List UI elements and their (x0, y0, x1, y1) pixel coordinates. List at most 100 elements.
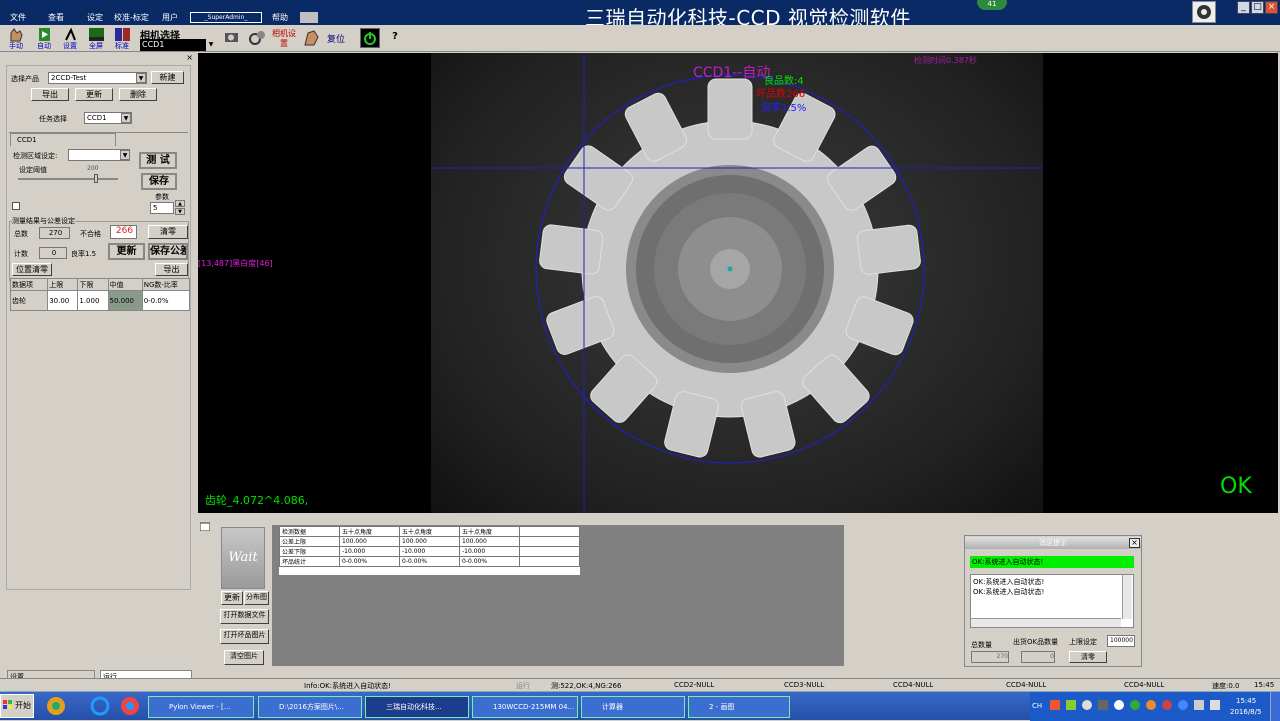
close-icon[interactable]: × (1265, 1, 1278, 14)
export-button[interactable]: 导出 (31, 88, 69, 101)
menu-settings[interactable]: 设定 (87, 12, 103, 23)
menu-calibrate[interactable]: 校准-标定 (114, 12, 149, 23)
chevron-down-icon[interactable]: ▼ (121, 113, 131, 123)
notification-badge[interactable]: 41 (977, 0, 1007, 10)
refresh-button[interactable]: 更新 (108, 243, 145, 260)
minimize-icon[interactable]: _ (1237, 1, 1250, 14)
fullscreen-button[interactable]: 全屏 (84, 26, 108, 51)
grid-cell (519, 546, 580, 557)
camera-settings-label: 相机设置 (272, 29, 296, 48)
table-cell[interactable]: 50.000 (107, 290, 143, 311)
task-image[interactable]: 130WCCD-215MM 04... (472, 696, 578, 718)
show-desktop-button[interactable] (1270, 692, 1280, 721)
power-button[interactable] (360, 28, 380, 48)
ok-indicator: OK (1220, 474, 1252, 499)
status-ccd4: CCD4-NULL (1124, 681, 1165, 689)
menu-view[interactable]: 查看 (48, 12, 64, 23)
camera-button[interactable] (220, 26, 242, 51)
open-data-file-button[interactable]: 打开数据文件 (220, 609, 269, 624)
ok-qty-label: 出货OK品数量 (1013, 638, 1059, 646)
camera-viewer[interactable]: CCD1--自动 良品数:4 坏品数266 良率1.5% 检测时间0.387秒 … (198, 53, 1278, 513)
menu-file[interactable]: 文件 (10, 12, 26, 23)
distribution-button[interactable]: 分布图 (244, 591, 269, 605)
message-status: OK:系统进入自动状态! (970, 556, 1134, 568)
tray-app-icon[interactable] (1130, 700, 1140, 710)
checkbox[interactable] (12, 202, 20, 210)
task-paint[interactable]: 2 - 画图 (688, 696, 790, 718)
log-scrollbar[interactable] (1122, 575, 1132, 619)
tray-app-icon[interactable] (1114, 700, 1124, 710)
ng-value: 266 (110, 225, 137, 239)
auto-button[interactable]: 自动 (32, 26, 56, 51)
log-hscrollbar[interactable] (971, 618, 1121, 627)
menu-current-user[interactable]: _SuperAdmin_ (190, 12, 262, 23)
reset-button[interactable]: 复位 (302, 26, 350, 51)
gear-icon[interactable] (1192, 1, 1216, 23)
ie-icon[interactable] (88, 695, 112, 717)
camera-rig-button[interactable] (246, 26, 268, 51)
task-app[interactable]: 三瑞自动化科技... (365, 696, 469, 718)
close-icon[interactable]: × (1129, 538, 1140, 548)
update-button[interactable]: 更新 (75, 88, 113, 101)
camera-settings-button[interactable]: 相机设置 (272, 26, 296, 51)
table-cell[interactable]: 30.00 (47, 290, 79, 311)
col-header: 中值 (107, 278, 143, 291)
manual-button[interactable]: 手动 (4, 26, 28, 51)
param-input[interactable]: 5 (150, 202, 174, 214)
menu-help[interactable]: 帮助 (272, 12, 288, 23)
tray-app-icon[interactable] (1162, 700, 1172, 710)
new-product-button[interactable]: 新建 (151, 71, 184, 84)
clear-qty-button[interactable]: 清零 (1069, 651, 1107, 663)
spin-up-icon[interactable]: ▲ (175, 200, 185, 207)
tab-ccd1[interactable]: CCD1 (10, 133, 116, 146)
test-button[interactable]: 测 试 (139, 152, 177, 169)
slider-handle[interactable] (94, 174, 98, 183)
product-select[interactable]: 2CCD-Test (48, 72, 147, 84)
tray-app-icon[interactable] (1146, 700, 1156, 710)
save-button[interactable]: 保存 (141, 173, 177, 190)
task-calculator[interactable]: 计算器 (581, 696, 685, 718)
left-control-panel: × 选择产品 2CCD-Test ▼ 新建 导出 更新 删除 任务选择 CCD1… (0, 53, 197, 683)
app-pinned-icon[interactable] (44, 695, 68, 717)
tray-app-icon[interactable] (1066, 700, 1076, 710)
spin-down-icon[interactable]: ▼ (175, 208, 185, 215)
task-pylon[interactable]: Pylon Viewer - [... (148, 696, 254, 718)
standard-button[interactable]: 标准 (110, 26, 134, 51)
grid-cell: 100.000 (339, 536, 400, 547)
language-indicator[interactable]: CH (1032, 702, 1042, 710)
chevron-down-icon[interactable]: ▼ (120, 150, 130, 160)
open-bad-image-button[interactable]: 打开坏品图片 (220, 629, 269, 644)
grid-cell (519, 556, 580, 567)
camera-select[interactable]: CCD1 ▼ (140, 39, 216, 51)
delete-button[interactable]: 删除 (119, 88, 157, 101)
threshold-slider[interactable] (18, 178, 118, 180)
grid-cell: 0-0.00% (459, 556, 520, 567)
chrome-icon[interactable] (118, 695, 142, 717)
chevron-down-icon[interactable]: ▼ (206, 39, 216, 51)
clear-images-button[interactable]: 清空图片 (224, 650, 264, 665)
tray-app-icon[interactable] (1082, 700, 1092, 710)
tray-app-icon[interactable] (1050, 700, 1060, 710)
network-icon[interactable] (1194, 700, 1204, 710)
limit-input[interactable]: 100000 (1107, 635, 1135, 647)
clear-button[interactable]: 清零 (148, 225, 188, 239)
volume-icon[interactable] (1210, 700, 1220, 710)
position-clear-button[interactable]: 位置清零 (12, 263, 52, 276)
bluetooth-icon[interactable] (1178, 700, 1188, 710)
grid-cell (519, 536, 580, 547)
camera-small-icon (200, 522, 210, 531)
refresh-chart-button[interactable]: 更新 (221, 591, 243, 605)
save-tolerance-button[interactable]: 保存公差 (148, 243, 188, 260)
table-cell[interactable]: 1.000 (77, 290, 109, 311)
panel-close-icon[interactable]: × (186, 53, 193, 62)
grid-cell (280, 567, 340, 575)
tray-app-icon[interactable] (1098, 700, 1108, 710)
task-folder[interactable]: D:\2016方案图片\... (258, 696, 362, 718)
total-qty-value: 270 (971, 651, 1009, 663)
export-results-button[interactable]: 导出 (155, 263, 188, 276)
maximize-icon[interactable]: □ (1251, 1, 1264, 14)
wait-indicator: Wait (221, 527, 265, 589)
setup-button[interactable]: 设置 (58, 26, 82, 51)
chevron-down-icon[interactable]: ▼ (136, 73, 146, 83)
menu-user[interactable]: 用户 (162, 12, 178, 23)
